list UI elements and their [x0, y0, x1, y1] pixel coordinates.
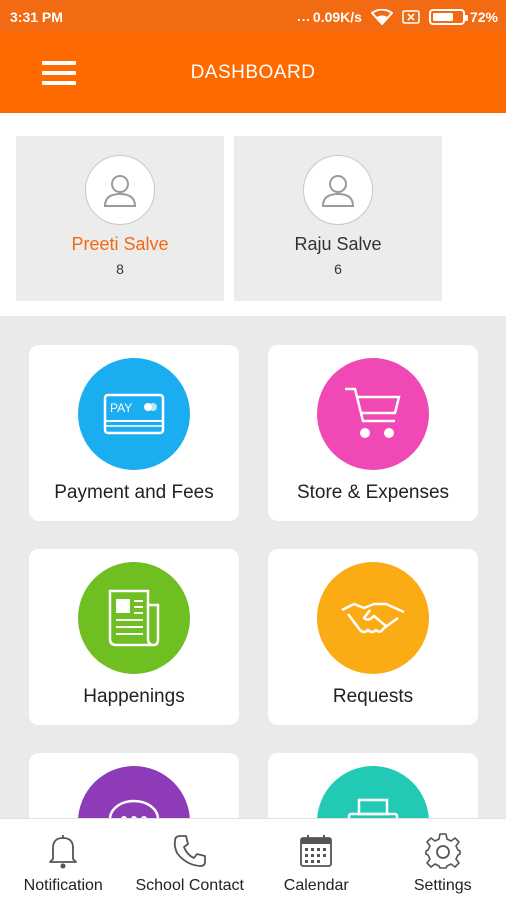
tile-label: Happenings [83, 686, 185, 707]
feature-grid: PAY Payment and Fees Store & Expenses Ha… [0, 316, 506, 818]
nav-label: Calendar [283, 877, 349, 894]
bottom-navigation: Notification School Contact Calendar Set… [0, 818, 506, 900]
user-icon [321, 175, 355, 207]
nav-label: Notification [23, 877, 103, 894]
student-number: 6 [334, 261, 342, 277]
student-card-raju[interactable]: Raju Salve 6 [234, 136, 442, 301]
battery-level-fill [432, 12, 454, 21]
battery-indicator: 72% [428, 8, 498, 25]
tile-label: Store & Expenses [296, 482, 450, 503]
tile-payment-and-fees[interactable]: PAY Payment and Fees [29, 345, 239, 521]
tile-label: Payment and Fees [54, 482, 214, 503]
battery-percent: 72% [469, 8, 498, 25]
network-speed-value: 0.09K/s [312, 8, 362, 25]
nav-school-contact[interactable]: School Contact [127, 819, 254, 900]
gear-icon [424, 831, 462, 871]
status-indicators: ... 0.09K/s 72% [297, 8, 498, 25]
chat-bubble-icon [78, 766, 190, 818]
status-time: 3:31 PM [10, 8, 63, 25]
nav-label: Settings [413, 877, 472, 894]
bell-icon [47, 831, 79, 871]
tile-messages[interactable] [29, 753, 239, 818]
tile-label: Requests [332, 686, 414, 707]
user-icon [103, 175, 137, 207]
network-speed: ... 0.09K/s [297, 9, 362, 25]
shopping-cart-icon [317, 358, 429, 470]
menu-button[interactable] [42, 61, 76, 85]
tile-requests[interactable]: Requests [268, 549, 478, 725]
battery-icon [428, 8, 468, 25]
student-name: Preeti Salve [71, 234, 169, 254]
phone-icon [172, 831, 208, 871]
nav-notification[interactable]: Notification [0, 819, 127, 900]
avatar [85, 155, 155, 225]
student-selector: Preeti Salve 8 Raju Salve 6 [0, 113, 506, 316]
newspaper-icon [78, 562, 190, 674]
app-bar: DASHBOARD [0, 33, 506, 113]
nav-calendar[interactable]: Calendar [253, 819, 380, 900]
tile-printer[interactable] [268, 753, 478, 818]
page-title: DASHBOARD [190, 62, 316, 83]
no-sim-icon [402, 9, 420, 24]
signal-dots: ... [297, 9, 311, 24]
calendar-icon [298, 831, 334, 871]
wifi-icon [370, 8, 393, 25]
nav-label: School Contact [135, 877, 244, 894]
tile-store-and-expenses[interactable]: Store & Expenses [268, 345, 478, 521]
student-number: 8 [116, 261, 124, 277]
menu-icon [42, 61, 76, 65]
printer-icon [317, 766, 429, 818]
handshake-icon [317, 562, 429, 674]
payment-card-icon: PAY [78, 358, 190, 470]
avatar [303, 155, 373, 225]
student-name: Raju Salve [294, 234, 382, 254]
status-bar: 3:31 PM ... 0.09K/s 72% [0, 0, 506, 33]
tile-happenings[interactable]: Happenings [29, 549, 239, 725]
student-card-preeti[interactable]: Preeti Salve 8 [16, 136, 224, 301]
nav-settings[interactable]: Settings [380, 819, 506, 900]
svg-text:PAY: PAY [110, 401, 132, 415]
